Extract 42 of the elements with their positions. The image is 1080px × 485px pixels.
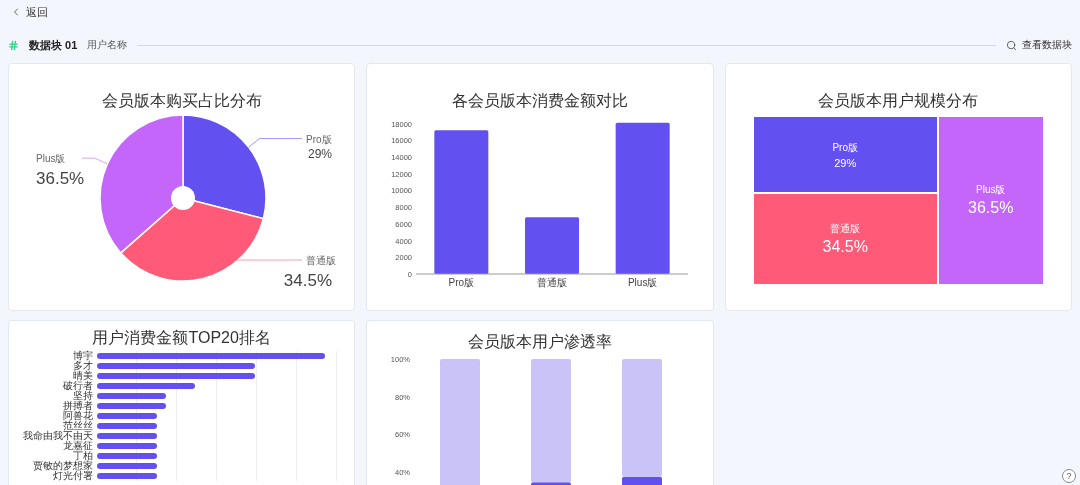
search-icon: [1006, 39, 1017, 51]
tile-label: Plus版: [976, 183, 1006, 198]
row-label: 阿兽花: [61, 411, 93, 421]
axis-category-label: 普通版: [536, 277, 567, 288]
row-label: 拼搏者: [61, 401, 93, 411]
chart-title: 用户消费金额TOP20排名: [92, 329, 271, 347]
row-label: 破行者: [61, 381, 93, 391]
back-link[interactable]: 返回: [10, 4, 48, 20]
row-label: 范丝丝: [61, 421, 93, 431]
slice-value: 29%: [308, 146, 333, 161]
tile-value: 36.5%: [968, 199, 1014, 218]
tile-value: 29%: [834, 156, 857, 169]
tile-label: Pro版: [832, 140, 858, 155]
row-label: 多才: [71, 361, 93, 371]
hash-icon: [8, 39, 19, 51]
block-subtitle: 用户名称: [87, 38, 128, 52]
row-label: 灯光付署: [52, 471, 93, 481]
slice-value: 36.5%: [36, 169, 85, 189]
chart-title: 会员版本用户渗透率: [468, 333, 612, 351]
block-title: 数据块 01: [29, 37, 78, 53]
chart-title: 各会员版本消费金额对比: [452, 92, 628, 110]
tile-value: 34.5%: [822, 238, 868, 257]
row-label: 晴美: [71, 371, 93, 381]
help-button[interactable]: ?: [1062, 469, 1076, 483]
row-label: 我命由我不由天: [21, 431, 93, 441]
leader-line: [81, 157, 109, 165]
row-label: 贾敏的梦想家: [31, 461, 93, 471]
slice-label: Pro版: [306, 133, 332, 145]
row-label: 博宇: [71, 351, 93, 361]
row-label: 丁柏: [72, 451, 93, 461]
leader-line: [248, 138, 303, 148]
row-label: 坚持: [71, 391, 93, 401]
axis-category-label: Pro版: [448, 277, 474, 288]
slice-label: Plus版: [36, 153, 66, 165]
axis-category-label: Plus版: [627, 277, 657, 288]
view-data-link[interactable]: 查看数据块: [1006, 38, 1072, 52]
tile-label: 普通版: [830, 222, 861, 237]
chart-title: 会员版本用户规模分布: [818, 92, 979, 110]
row-label: 龙嘉征: [62, 441, 93, 451]
slice-label: 普通版: [306, 255, 337, 266]
chart-title: 会员版本购买占比分布: [101, 92, 262, 110]
slice-value: 34.5%: [283, 271, 333, 290]
